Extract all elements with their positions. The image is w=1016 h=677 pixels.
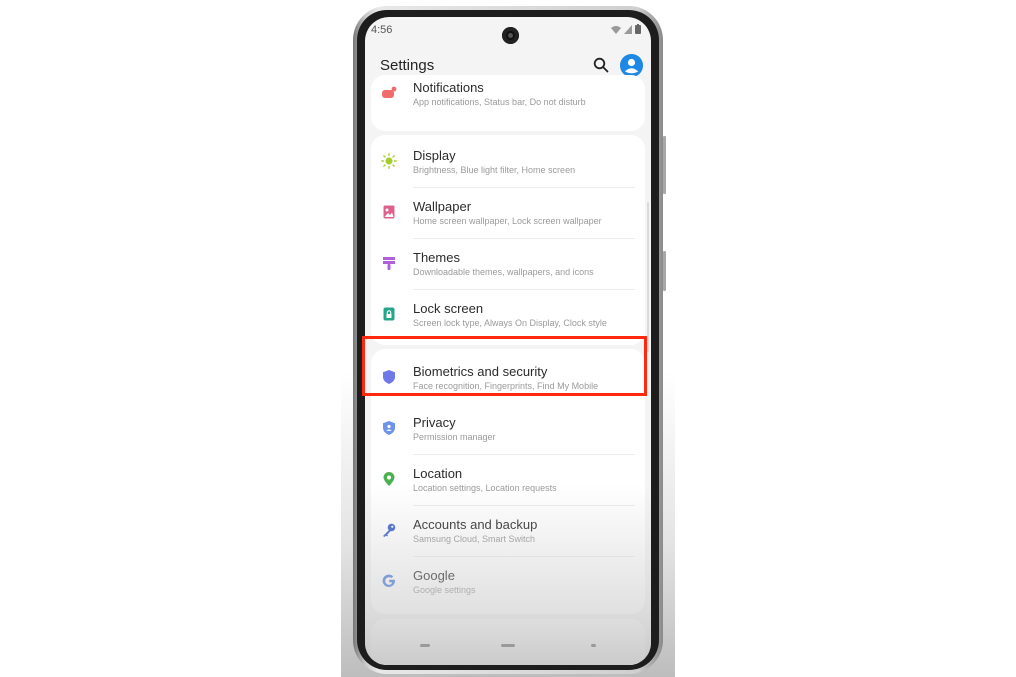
scrollbar[interactable]: [647, 202, 649, 352]
item-subtitle: Brightness, Blue light filter, Home scre…: [413, 165, 576, 175]
item-label: Notifications: [413, 80, 484, 95]
item-subtitle: Location settings, Location requests: [413, 483, 557, 493]
item-subtitle: Samsung Cloud, Smart Switch: [413, 534, 536, 544]
item-subtitle: Downloadable themes, wallpapers, and ico…: [413, 267, 594, 277]
item-label: Location: [413, 466, 463, 481]
back-button[interactable]: [591, 644, 596, 647]
location-pin-icon: [383, 472, 395, 486]
settings-item-wallpaper[interactable]: Wallpaper Home screen wallpaper, Lock sc…: [371, 188, 645, 239]
item-label: Wallpaper: [413, 199, 472, 214]
settings-card-display: Display Brightness, Blue light filter, H…: [371, 135, 645, 345]
home-button[interactable]: [501, 644, 515, 647]
signal-icon: [624, 25, 632, 34]
highlight-box-biometrics: [362, 336, 647, 396]
volume-button: [663, 136, 666, 194]
recents-button[interactable]: [420, 644, 430, 647]
sun-icon: [381, 153, 397, 169]
notifications-icon: [382, 86, 397, 98]
item-subtitle: Google settings: [413, 585, 476, 595]
settings-item-themes[interactable]: Themes Downloadable themes, wallpapers, …: [371, 239, 645, 290]
item-label: Privacy: [413, 415, 456, 430]
item-subtitle: Home screen wallpaper, Lock screen wallp…: [413, 216, 602, 226]
key-icon: [383, 523, 396, 537]
status-icons: [611, 24, 641, 34]
settings-item-google[interactable]: Google Google settings: [371, 557, 645, 608]
lock-icon: [383, 307, 395, 321]
item-label: Lock screen: [413, 301, 484, 316]
item-subtitle: Screen lock type, Always On Display, Clo…: [413, 318, 607, 328]
settings-item-location[interactable]: Location Location settings, Location req…: [371, 455, 645, 506]
item-subtitle: Permission manager: [413, 432, 496, 442]
settings-item-accounts[interactable]: Accounts and backup Samsung Cloud, Smart…: [371, 506, 645, 557]
item-label: Accounts and backup: [413, 517, 538, 532]
settings-item-notifications[interactable]: Notifications App notifications, Status …: [371, 69, 645, 120]
settings-item-privacy[interactable]: Privacy Permission manager: [371, 404, 645, 455]
wifi-icon: [611, 26, 621, 34]
settings-item-lock-screen[interactable]: Lock screen Screen lock type, Always On …: [371, 290, 645, 341]
item-label: Themes: [413, 250, 460, 265]
google-icon: [382, 574, 395, 587]
item-subtitle: App notifications, Status bar, Do not di…: [413, 97, 586, 107]
privacy-shield-icon: [383, 421, 395, 435]
settings-card-notifications: Notifications App notifications, Status …: [371, 75, 645, 131]
item-label: Google: [413, 568, 455, 583]
settings-item-display[interactable]: Display Brightness, Blue light filter, H…: [371, 137, 645, 188]
battery-icon: [635, 24, 641, 34]
status-time: 4:56: [371, 24, 393, 36]
navigation-bar: [365, 641, 651, 651]
brush-icon: [383, 257, 395, 270]
front-camera: [502, 27, 519, 44]
item-label: Display: [413, 148, 456, 163]
power-button: [663, 251, 666, 291]
wallpaper-icon: [383, 205, 395, 219]
